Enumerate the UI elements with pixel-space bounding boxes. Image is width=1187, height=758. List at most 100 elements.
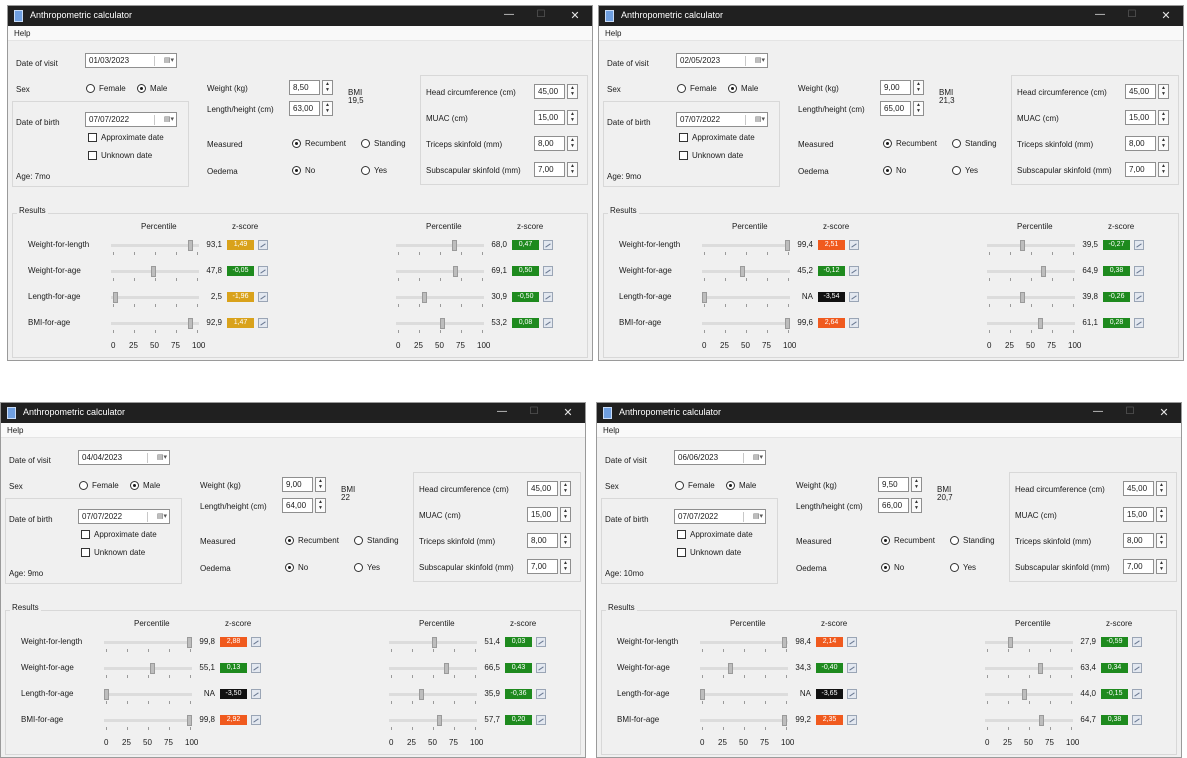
approximate-date-checkbox[interactable] <box>679 133 688 142</box>
triceps-skinfold-input[interactable]: 8,00 <box>1125 136 1156 151</box>
maximize-button[interactable]: ☐ <box>526 9 556 23</box>
triceps-skinfold-spinner[interactable]: ▲ ▼ <box>560 533 571 548</box>
subscapular-skinfold-spinner[interactable]: ▲ ▼ <box>1158 162 1169 177</box>
close-button[interactable]: ✕ <box>560 9 590 23</box>
growth-chart-icon[interactable] <box>251 663 261 673</box>
maximize-button[interactable]: ☐ <box>1115 406 1145 420</box>
calendar-dropdown-icon[interactable]: ▤▾ <box>147 453 167 463</box>
growth-chart-icon[interactable] <box>536 689 546 699</box>
growth-chart-icon[interactable] <box>847 689 857 699</box>
weight-input[interactable]: 9,00 <box>880 80 911 95</box>
close-button[interactable]: ✕ <box>553 406 583 420</box>
growth-chart-icon[interactable] <box>1132 637 1142 647</box>
head-circumference-spinner[interactable]: ▲ ▼ <box>1156 481 1167 496</box>
calendar-dropdown-icon[interactable]: ▤▾ <box>743 512 763 522</box>
triceps-skinfold-spinner[interactable]: ▲ ▼ <box>1156 533 1167 548</box>
oedema-no-radio[interactable] <box>292 166 301 175</box>
date-of-birth-picker[interactable]: 07/07/2022 ▤▾ <box>78 509 170 524</box>
date-of-visit-picker[interactable]: 06/06/2023 ▤▾ <box>674 450 766 465</box>
growth-chart-icon[interactable] <box>251 637 261 647</box>
date-of-visit-picker[interactable]: 02/05/2023 ▤▾ <box>676 53 768 68</box>
approximate-date-checkbox[interactable] <box>81 530 90 539</box>
sex-male-radio[interactable] <box>726 481 735 490</box>
minimize-button[interactable]: — <box>1083 406 1113 420</box>
muac-input[interactable]: 15,00 <box>527 507 558 522</box>
sex-male-radio[interactable] <box>130 481 139 490</box>
approximate-date-checkbox[interactable] <box>677 530 686 539</box>
triceps-skinfold-input[interactable]: 8,00 <box>534 136 565 151</box>
unknown-date-checkbox[interactable] <box>81 548 90 557</box>
growth-chart-icon[interactable] <box>258 240 268 250</box>
calendar-dropdown-icon[interactable]: ▤▾ <box>745 115 765 125</box>
subscapular-skinfold-input[interactable]: 7,00 <box>534 162 565 177</box>
calendar-dropdown-icon[interactable]: ▤▾ <box>147 512 167 522</box>
close-button[interactable]: ✕ <box>1149 406 1179 420</box>
weight-spinner[interactable]: ▲ ▼ <box>315 477 326 492</box>
triceps-skinfold-input[interactable]: 8,00 <box>1123 533 1154 548</box>
sex-female-radio[interactable] <box>675 481 684 490</box>
sex-male-radio[interactable] <box>137 84 146 93</box>
sex-female-radio[interactable] <box>79 481 88 490</box>
recumbent-radio[interactable] <box>883 139 892 148</box>
muac-input[interactable]: 15,00 <box>534 110 565 125</box>
subscapular-skinfold-input[interactable]: 7,00 <box>1125 162 1156 177</box>
growth-chart-icon[interactable] <box>849 318 859 328</box>
unknown-date-checkbox[interactable] <box>679 151 688 160</box>
standing-radio[interactable] <box>354 536 363 545</box>
growth-chart-icon[interactable] <box>847 663 857 673</box>
growth-chart-icon[interactable] <box>849 266 859 276</box>
growth-chart-icon[interactable] <box>258 292 268 302</box>
sex-female-radio[interactable] <box>86 84 95 93</box>
length-height-spinner[interactable]: ▲ ▼ <box>322 101 333 116</box>
muac-input[interactable]: 15,00 <box>1125 110 1156 125</box>
weight-input[interactable]: 8,50 <box>289 80 320 95</box>
standing-radio[interactable] <box>952 139 961 148</box>
sex-female-radio[interactable] <box>677 84 686 93</box>
maximize-button[interactable]: ☐ <box>519 406 549 420</box>
triceps-skinfold-spinner[interactable]: ▲ ▼ <box>567 136 578 151</box>
head-circumference-spinner[interactable]: ▲ ▼ <box>1158 84 1169 99</box>
unknown-date-checkbox[interactable] <box>88 151 97 160</box>
weight-spinner[interactable]: ▲ ▼ <box>911 477 922 492</box>
muac-spinner[interactable]: ▲ ▼ <box>1156 507 1167 522</box>
standing-radio[interactable] <box>950 536 959 545</box>
menu-help[interactable]: Help <box>603 426 619 435</box>
growth-chart-icon[interactable] <box>1134 318 1144 328</box>
weight-input[interactable]: 9,50 <box>878 477 909 492</box>
growth-chart-icon[interactable] <box>536 663 546 673</box>
close-button[interactable]: ✕ <box>1151 9 1181 23</box>
date-of-birth-picker[interactable]: 07/07/2022 ▤▾ <box>676 112 768 127</box>
length-height-input[interactable]: 63,00 <box>289 101 320 116</box>
muac-spinner[interactable]: ▲ ▼ <box>560 507 571 522</box>
growth-chart-icon[interactable] <box>258 266 268 276</box>
length-height-spinner[interactable]: ▲ ▼ <box>315 498 326 513</box>
growth-chart-icon[interactable] <box>543 292 553 302</box>
growth-chart-icon[interactable] <box>1134 240 1144 250</box>
oedema-no-radio[interactable] <box>285 563 294 572</box>
head-circumference-input[interactable]: 45,00 <box>1123 481 1154 496</box>
calendar-dropdown-icon[interactable]: ▤▾ <box>154 115 174 125</box>
unknown-date-checkbox[interactable] <box>677 548 686 557</box>
growth-chart-icon[interactable] <box>1132 715 1142 725</box>
length-height-spinner[interactable]: ▲ ▼ <box>913 101 924 116</box>
growth-chart-icon[interactable] <box>251 689 261 699</box>
growth-chart-icon[interactable] <box>849 240 859 250</box>
growth-chart-icon[interactable] <box>847 637 857 647</box>
oedema-no-radio[interactable] <box>881 563 890 572</box>
minimize-button[interactable]: — <box>487 406 517 420</box>
triceps-skinfold-spinner[interactable]: ▲ ▼ <box>1158 136 1169 151</box>
date-of-birth-picker[interactable]: 07/07/2022 ▤▾ <box>85 112 177 127</box>
growth-chart-icon[interactable] <box>1134 266 1144 276</box>
muac-spinner[interactable]: ▲ ▼ <box>567 110 578 125</box>
growth-chart-icon[interactable] <box>258 318 268 328</box>
growth-chart-icon[interactable] <box>543 318 553 328</box>
menu-help[interactable]: Help <box>605 29 621 38</box>
oedema-no-radio[interactable] <box>883 166 892 175</box>
calendar-dropdown-icon[interactable]: ▤▾ <box>743 453 763 463</box>
sex-male-radio[interactable] <box>728 84 737 93</box>
subscapular-skinfold-input[interactable]: 7,00 <box>527 559 558 574</box>
growth-chart-icon[interactable] <box>251 715 261 725</box>
oedema-yes-radio[interactable] <box>952 166 961 175</box>
head-circumference-input[interactable]: 45,00 <box>1125 84 1156 99</box>
growth-chart-icon[interactable] <box>536 637 546 647</box>
